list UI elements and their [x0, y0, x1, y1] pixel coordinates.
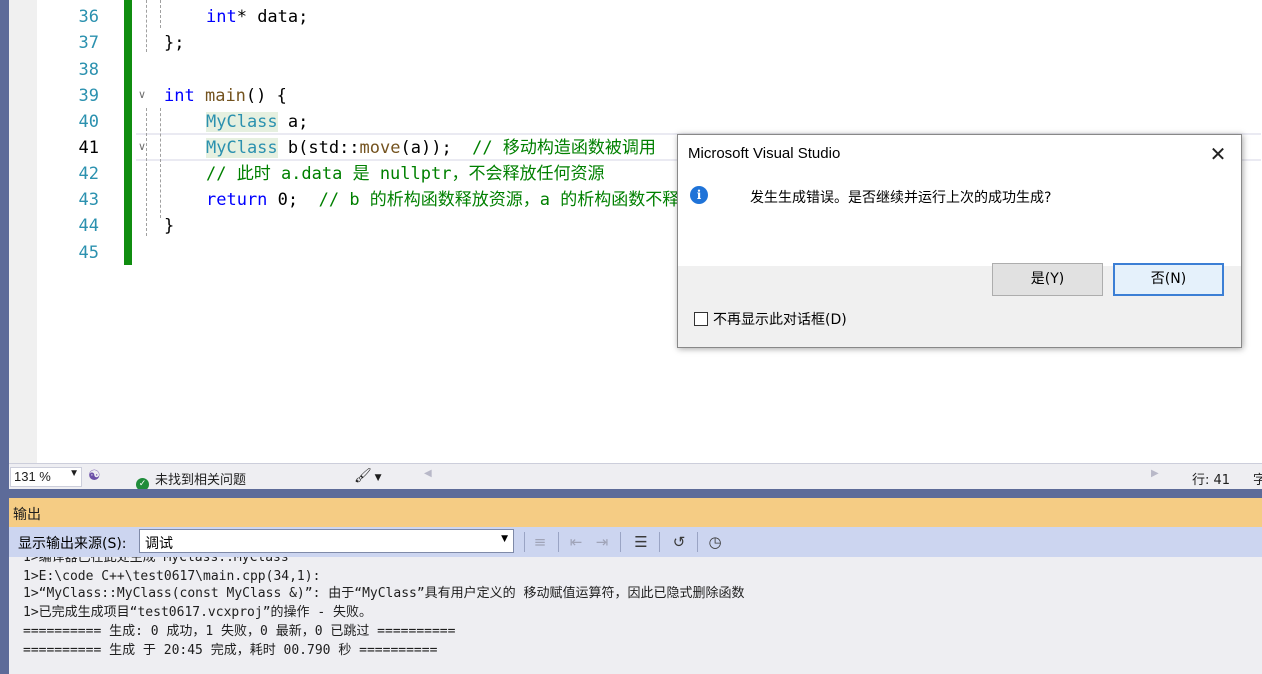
clear-all-icon[interactable]: ☰	[629, 530, 653, 554]
output-line: ========== 生成 于 20:45 完成，耗时 00.790 秒 ===…	[23, 643, 438, 658]
toolbar-separator	[697, 532, 698, 552]
output-line: 1>“MyClass::MyClass(const MyClass &)”: 由…	[23, 586, 745, 601]
code-token: a;	[277, 112, 309, 132]
toolbar-separator	[659, 532, 660, 552]
code-token: MyClass	[206, 112, 278, 132]
code-token: int	[164, 86, 195, 106]
no-button[interactable]: 否(N)	[1113, 263, 1224, 296]
code-token: () {	[245, 86, 287, 106]
collapse-icon[interactable]: ∨	[138, 88, 146, 101]
line-number: 42	[78, 164, 99, 184]
code-token: (a));	[400, 138, 473, 158]
char-indicator: 字	[1253, 473, 1262, 488]
output-source-value: 调试	[145, 536, 173, 552]
line-number: 44	[78, 216, 99, 236]
code-comment: // 此时 a.data 是 nullptr，不会释放任何资源	[206, 164, 605, 184]
code-line-41: MyClass b(std::move(a)); // 移动构造函数被调用	[206, 135, 656, 161]
dialog-titlebar[interactable]: Microsoft Visual Studio ✕	[678, 135, 1241, 172]
code-line-40: MyClass a;	[206, 109, 308, 135]
scroll-left-arrow-icon[interactable]: ◀	[424, 468, 432, 479]
line-number-margin: 36 37 38 39 40 41 42 43 44 45	[37, 0, 99, 463]
change-tracking-bar	[124, 0, 132, 265]
toolbar-separator	[558, 532, 559, 552]
zoom-level-dropdown[interactable]: 131 % ▼	[10, 467, 82, 487]
issues-indicator[interactable]: ✓ 未找到相关问题	[136, 469, 246, 491]
indent-guide	[160, 108, 161, 218]
line-number: 45	[78, 243, 99, 263]
info-icon: i	[690, 186, 708, 204]
line-number: 37	[78, 33, 99, 53]
dialog-message: 发生生成错误。是否继续并运行上次的成功生成?	[750, 190, 1052, 206]
code-token: int	[206, 7, 237, 27]
intellicode-icon[interactable]: ☯	[88, 468, 101, 484]
line-number: 38	[78, 60, 99, 80]
output-line: 1>编译器已在此处生成“MyClass::MyClass”	[23, 557, 297, 565]
dialog-title: Microsoft Visual Studio	[688, 145, 841, 162]
output-source-label: 显示输出来源(S):	[18, 536, 127, 552]
output-toolbar: 显示输出来源(S): 调试 ▼ ≡ ⇤ ⇥ ☰ ↺ ◷	[9, 527, 1262, 557]
next-message-icon[interactable]: ⇥	[590, 530, 614, 554]
chevron-down-icon: ▼	[501, 534, 508, 544]
build-error-dialog: Microsoft Visual Studio ✕ i 发生生成错误。是否继续并…	[677, 134, 1242, 348]
line-indicator: 行: 41	[1192, 473, 1231, 488]
scroll-right-arrow-icon[interactable]: ▶	[1151, 468, 1159, 479]
window-left-frame	[0, 0, 9, 674]
output-source-dropdown[interactable]: 调试 ▼	[139, 529, 514, 553]
line-number: 43	[78, 190, 99, 210]
word-wrap-icon[interactable]: ↺	[667, 530, 691, 554]
indent-guide	[160, 0, 161, 28]
output-text-area[interactable]: 1>编译器已在此处生成“MyClass::MyClass” 1>E:\code …	[9, 557, 1262, 674]
visual-studio-window: 36 37 38 39 40 41 42 43 44 45 ∨ ∨ int* d…	[0, 0, 1262, 674]
line-number-current: 41	[78, 138, 99, 158]
code-token: MyClass	[206, 138, 278, 158]
output-panel-title[interactable]: 输出	[9, 498, 1262, 527]
find-message-in-code-icon[interactable]: ≡	[528, 530, 552, 554]
checkbox-label: 不再显示此对话框(D)	[713, 312, 847, 328]
previous-message-icon[interactable]: ⇤	[564, 530, 588, 554]
code-line-39: int main() {	[164, 83, 287, 109]
code-token: main	[204, 86, 246, 106]
scope-guide	[146, 0, 147, 52]
checkbox-box[interactable]	[694, 312, 708, 326]
code-cleanup-brush-icon[interactable]: 🖌 ▼	[354, 468, 382, 484]
editor-glyph-margin	[9, 0, 37, 463]
panel-separator[interactable]	[9, 489, 1262, 498]
code-token: 0;	[267, 190, 319, 210]
chevron-down-icon: ▼	[69, 468, 79, 479]
code-comment: // 移动构造函数被调用	[472, 138, 656, 158]
chevron-down-icon: ▼	[371, 473, 382, 483]
line-number: 36	[78, 7, 99, 27]
output-line: ========== 生成: 0 成功，1 失败，0 最新，0 已跳过 ====…	[23, 624, 456, 639]
code-token: * data;	[236, 7, 309, 27]
close-icon[interactable]: ✕	[1205, 141, 1231, 167]
issues-text: 未找到相关问题	[155, 473, 247, 488]
code-line-42: // 此时 a.data 是 nullptr，不会释放任何资源	[206, 161, 604, 187]
code-line-36: int* data;	[206, 4, 308, 30]
dialog-body: i 发生生成错误。是否继续并运行上次的成功生成?	[678, 172, 1241, 266]
line-number: 39	[78, 86, 99, 106]
output-line: 1>已完成生成项目“test0617.vcxproj”的操作 - 失败。	[23, 605, 373, 620]
code-token: move	[359, 138, 401, 158]
horizontal-scrollbar[interactable]	[441, 470, 1151, 482]
clock-icon[interactable]: ◷	[703, 530, 727, 554]
code-line-44: }	[164, 216, 175, 236]
code-line-37: };	[164, 33, 185, 53]
scope-guide	[146, 108, 147, 236]
editor-status-bar: 131 % ▼ ☯ ✓ 未找到相关问题 🖌 ▼ ◀ ▶ 行: 41 字	[9, 463, 1262, 491]
line-number: 40	[78, 112, 99, 132]
toolbar-separator	[620, 532, 621, 552]
code-token: b(std::	[277, 138, 360, 158]
dont-show-again-checkbox[interactable]: 不再显示此对话框(D)	[694, 309, 847, 329]
toolbar-separator	[524, 532, 525, 552]
collapse-icon[interactable]: ∨	[138, 140, 146, 153]
yes-button[interactable]: 是(Y)	[992, 263, 1103, 296]
code-token: return	[206, 190, 268, 210]
zoom-level-value: 131 %	[14, 469, 51, 484]
